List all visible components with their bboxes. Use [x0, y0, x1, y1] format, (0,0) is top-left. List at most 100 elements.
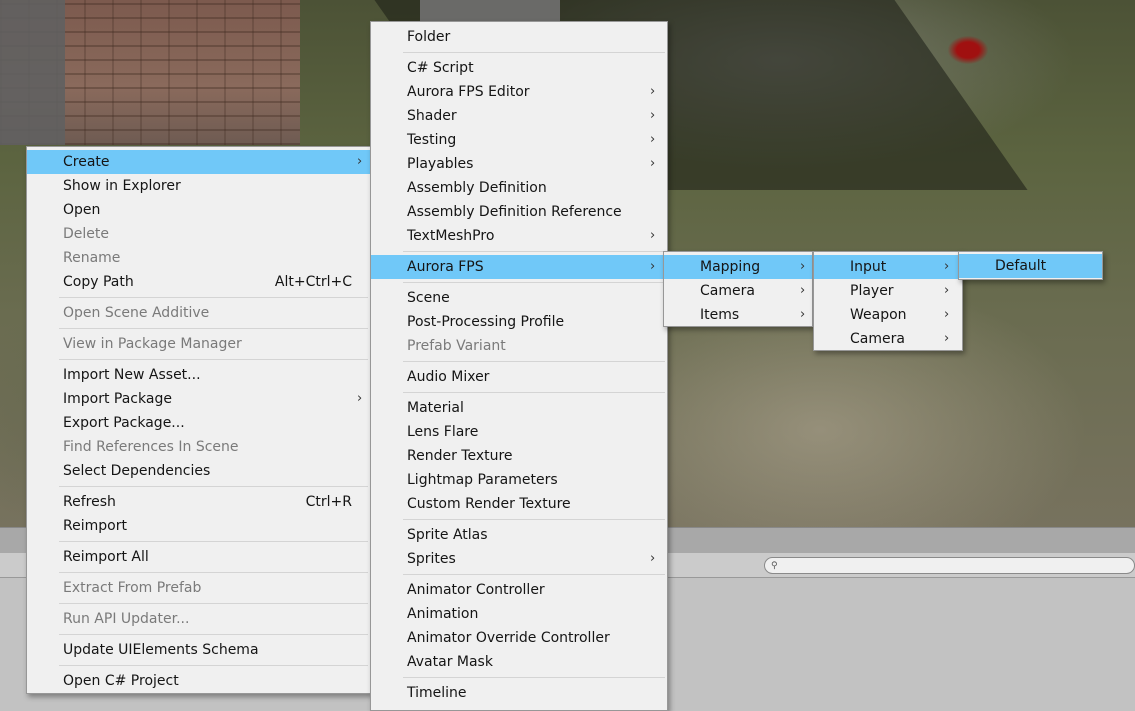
menu-item-default[interactable]: Default	[959, 254, 1102, 278]
menu-item-prefab-variant: Prefab Variant	[371, 334, 667, 358]
menu-item-sprite-atlas[interactable]: Sprite Atlas	[371, 523, 667, 547]
menu-item-reimport-all[interactable]: Reimport All	[27, 545, 370, 569]
menu-separator	[27, 356, 370, 363]
menu-item-items[interactable]: Items ›	[664, 303, 812, 327]
menu-separator	[371, 674, 667, 681]
scene-blood-decal	[948, 36, 988, 64]
menu-item-label: Animator Override Controller	[407, 630, 610, 646]
menu-item-custom-render-texture[interactable]: Custom Render Texture	[371, 492, 667, 516]
menu-item-label: Show in Explorer	[63, 178, 181, 194]
menu-item-copy-path[interactable]: Copy Path Alt+Ctrl+C	[27, 270, 370, 294]
menu-item-textmeshpro[interactable]: TextMeshPro ›	[371, 224, 667, 248]
menu-item-lens-flare[interactable]: Lens Flare	[371, 420, 667, 444]
menu-item-extract-from-prefab: Extract From Prefab	[27, 576, 370, 600]
menu-item-label: Custom Render Texture	[407, 496, 571, 512]
menu-item-import-package[interactable]: Import Package ›	[27, 387, 370, 411]
menu-item-export-package[interactable]: Export Package...	[27, 411, 370, 435]
chevron-right-icon: ›	[650, 84, 656, 99]
menu-item-label: Testing	[407, 132, 457, 148]
menu-item-label: C# Script	[407, 60, 474, 76]
menu-item-label: Render Texture	[407, 448, 513, 464]
menu-item-label: Material	[407, 400, 464, 416]
menu-item-avatar-mask[interactable]: Avatar Mask	[371, 650, 667, 674]
menu-item-mapping[interactable]: Mapping ›	[664, 255, 812, 279]
menu-separator	[371, 389, 667, 396]
context-menu: Create › Show in Explorer Open Delete Rename C…	[26, 146, 371, 694]
menu-item-label: Lightmap Parameters	[407, 472, 558, 488]
menu-item-label: Select Dependencies	[63, 463, 211, 479]
menu-item-select-dependencies[interactable]: Select Dependencies	[27, 459, 370, 483]
menu-item-label: Avatar Mask	[407, 654, 493, 670]
menu-item-weapon[interactable]: Weapon ›	[814, 303, 962, 327]
menu-item-create[interactable]: Create ›	[27, 150, 370, 174]
menu-item-run-api-updater: Run API Updater...	[27, 607, 370, 631]
menu-item-animator-override-controller[interactable]: Animator Override Controller	[371, 626, 667, 650]
menu-item-label: Prefab Variant	[407, 338, 506, 354]
menu-item-label: Sprites	[407, 551, 456, 567]
menu-item-label: Player	[850, 283, 894, 299]
menu-item-open-c-project[interactable]: Open C# Project	[27, 669, 370, 693]
menu-item-label: Open C# Project	[63, 673, 179, 689]
menu-item-label: Aurora FPS	[407, 259, 484, 275]
menu-item-update-uielements-schema[interactable]: Update UIElements Schema	[27, 638, 370, 662]
menu-item-lightmap-parameters[interactable]: Lightmap Parameters	[371, 468, 667, 492]
menu-separator	[371, 516, 667, 523]
menu-item-label: Animation	[407, 606, 479, 622]
aurora-fps-submenu: Mapping › Camera › Items ›	[663, 251, 813, 327]
menu-item-delete: Delete	[27, 222, 370, 246]
chevron-right-icon: ›	[650, 108, 656, 123]
chevron-right-icon: ›	[650, 132, 656, 147]
menu-item-refresh[interactable]: Refresh Ctrl+R	[27, 490, 370, 514]
chevron-right-icon: ›	[357, 391, 363, 406]
menu-item-camera[interactable]: Camera ›	[814, 327, 962, 351]
menu-item-animator-controller[interactable]: Animator Controller	[371, 578, 667, 602]
menu-item-label: Assembly Definition Reference	[407, 204, 622, 220]
chevron-right-icon: ›	[800, 259, 806, 274]
menu-item-label: Run API Updater...	[63, 611, 190, 627]
menu-item-playables[interactable]: Playables ›	[371, 152, 667, 176]
menu-separator	[27, 662, 370, 669]
menu-item-assembly-definition-reference[interactable]: Assembly Definition Reference	[371, 200, 667, 224]
menu-item-shader[interactable]: Shader ›	[371, 104, 667, 128]
menu-item-aurora-fps-editor[interactable]: Aurora FPS Editor ›	[371, 80, 667, 104]
menu-item-label: Extract From Prefab	[63, 580, 202, 596]
menu-item-timeline[interactable]: Timeline	[371, 681, 667, 705]
menu-item-label: Timeline	[407, 685, 467, 701]
menu-item-player[interactable]: Player ›	[814, 279, 962, 303]
menu-item-shortcut: Alt+Ctrl+C	[274, 274, 352, 290]
menu-item-assembly-definition[interactable]: Assembly Definition	[371, 176, 667, 200]
menu-item-import-new-asset[interactable]: Import New Asset...	[27, 363, 370, 387]
menu-item-label: Items	[700, 307, 740, 323]
menu-item-testing[interactable]: Testing ›	[371, 128, 667, 152]
menu-item-label: Playables	[407, 156, 474, 172]
menu-item-label: Camera	[700, 283, 755, 299]
menu-item-open-scene-additive: Open Scene Additive	[27, 301, 370, 325]
menu-item-view-in-package-manager: View in Package Manager	[27, 332, 370, 356]
menu-item-label: Camera	[850, 331, 905, 347]
menu-item-reimport[interactable]: Reimport	[27, 514, 370, 538]
menu-item-label: Weapon	[850, 307, 907, 323]
menu-item-c-script[interactable]: C# Script	[371, 56, 667, 80]
menu-item-label: Post-Processing Profile	[407, 314, 565, 330]
menu-item-post-processing-profile[interactable]: Post-Processing Profile	[371, 310, 667, 334]
menu-item-audio-mixer[interactable]: Audio Mixer	[371, 365, 667, 389]
menu-item-label: Copy Path	[63, 274, 134, 290]
menu-item-label: Assembly Definition	[407, 180, 547, 196]
menu-item-label: Import New Asset...	[63, 367, 201, 383]
menu-separator	[371, 49, 667, 56]
menu-item-material[interactable]: Material	[371, 396, 667, 420]
menu-item-scene[interactable]: Scene	[371, 286, 667, 310]
menu-item-open[interactable]: Open	[27, 198, 370, 222]
menu-item-animation[interactable]: Animation	[371, 602, 667, 626]
menu-item-sprites[interactable]: Sprites ›	[371, 547, 667, 571]
create-submenu: Folder C# Script Aurora FPS Editor › Shader ›…	[370, 21, 668, 711]
menu-item-render-texture[interactable]: Render Texture	[371, 444, 667, 468]
menu-item-aurora-fps[interactable]: Aurora FPS ›	[371, 255, 667, 279]
menu-item-folder[interactable]: Folder	[371, 25, 667, 49]
project-search-input[interactable]: ⚲	[764, 557, 1135, 574]
menu-item-input[interactable]: Input ›	[814, 255, 962, 279]
menu-item-camera[interactable]: Camera ›	[664, 279, 812, 303]
chevron-right-icon: ›	[944, 259, 950, 274]
menu-item-label: Open	[63, 202, 101, 218]
menu-item-show-in-explorer[interactable]: Show in Explorer	[27, 174, 370, 198]
